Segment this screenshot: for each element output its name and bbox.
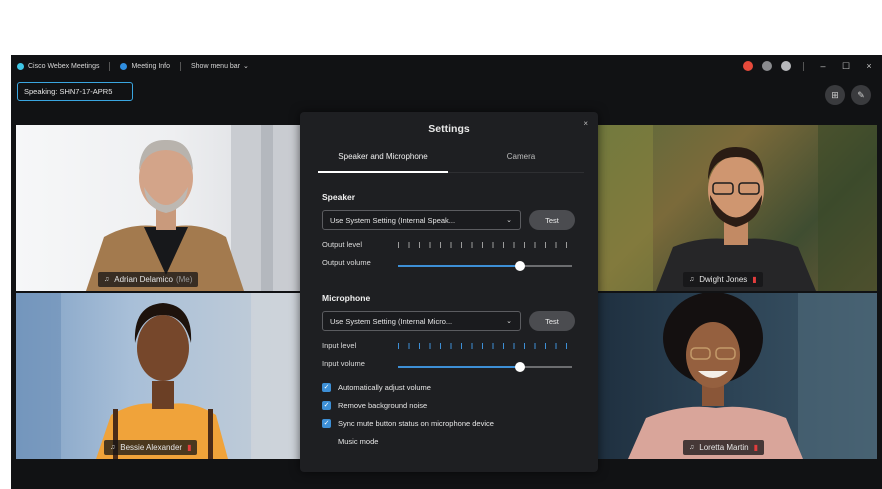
participant-video [628,293,877,459]
checkbox[interactable]: ✓ [322,419,331,428]
checkbox[interactable] [322,437,331,446]
close-button[interactable]: × [862,61,876,71]
microphone-device-value: Use System Setting (Internal Micro... [330,316,453,326]
participant-name-tag: ♫ Bessie Alexander ▮ [104,440,198,455]
input-volume-slider[interactable] [398,362,572,372]
app-name: Cisco Webex Meetings [28,62,100,70]
microphone-device-select[interactable]: Use System Setting (Internal Micro... ⌄ [322,311,521,331]
output-volume-label: Output volume [322,258,371,267]
show-menu-bar-label: Show menu bar [191,62,241,70]
option-label: Sync mute button status on microphone de… [338,419,494,428]
microphone-icon: ♫ [689,444,695,451]
muted-icon: ▮ [187,443,192,452]
input-volume-knob[interactable] [514,362,525,372]
view-options-button[interactable]: ✎ [851,85,871,105]
microphone-icon: ♫ [110,444,116,451]
tab-camera[interactable]: Camera [448,152,584,172]
participant-name: Dwight Jones [699,275,748,284]
sync-mute-option[interactable]: ✓ Sync mute button status on microphone … [322,419,494,428]
participant-video [86,125,301,291]
minimize-button[interactable]: – [816,61,830,71]
title-bar: Cisco Webex Meetings Meeting Info Show m… [11,55,882,77]
output-volume-knob[interactable] [514,261,525,271]
show-menu-bar-button[interactable]: Show menu bar ⌄ [191,62,249,71]
meeting-info-label: Meeting Info [131,62,170,70]
speaking-indicator: Speaking: SHN7-17-APR5 [17,82,133,101]
input-level-label: Input level [322,341,357,350]
recording-status-icon[interactable] [743,61,753,71]
microphone-section-title: Microphone [322,293,371,303]
muted-icon: ▮ [752,275,757,284]
option-label: Remove background noise [338,401,428,410]
tab-speaker-and-microphone[interactable]: Speaker and Microphone [318,152,448,173]
participant-name: Loretta Martin [699,443,749,452]
auto-adjust-volume-option[interactable]: ✓ Automatically adjust volume [322,383,431,392]
maximize-button[interactable]: ☐ [839,61,853,72]
video-tile-adrian[interactable]: ♫ Adrian Delamico (Me) [16,125,301,291]
video-tile-dwight[interactable]: ♫ Dwight Jones ▮ [598,125,877,291]
output-volume-fill [398,265,520,267]
tab-label: Camera [506,152,536,161]
info-icon [120,62,128,70]
participant-video [16,293,301,459]
output-volume-slider[interactable] [398,261,572,271]
checkbox[interactable]: ✓ [322,383,331,392]
music-mode-option[interactable]: Music mode [322,437,378,446]
video-tile-loretta[interactable]: ♫ Loretta Martin ▮ [598,293,877,459]
checkbox[interactable]: ✓ [322,401,331,410]
grid-icon: ⊞ [831,89,839,100]
separator [803,61,804,71]
speaker-test-button[interactable]: Test [529,210,575,230]
participant-name-tag: ♫ Adrian Delamico (Me) [98,272,199,287]
settings-tabs: Speaker and Microphone Camera [318,152,584,173]
me-label: (Me) [175,275,193,284]
title-bar-controls: – ☐ × [743,55,876,77]
separator [109,61,111,71]
tab-label: Speaker and Microphone [338,152,428,161]
help-icon[interactable] [762,61,772,71]
webex-logo-icon [17,62,24,70]
notification-icon[interactable] [781,61,791,71]
participant-name-tag: ♫ Loretta Martin ▮ [683,440,765,455]
video-tile-bessie[interactable]: ♫ Bessie Alexander ▮ [16,293,301,459]
output-level-meter [398,242,572,248]
option-label: Automatically adjust volume [338,383,431,392]
muted-icon: ▮ [753,443,759,452]
speaker-device-select[interactable]: Use System Setting (Internal Speak... ⌄ [322,210,521,230]
settings-dialog: Settings × Speaker and Microphone Camera… [300,112,598,472]
remove-background-noise-option[interactable]: ✓ Remove background noise [322,401,427,410]
input-level-meter [398,343,572,349]
grid-layout-button[interactable]: ⊞ [825,85,845,105]
participant-name: Bessie Alexander [120,443,183,452]
chevron-down-icon: ⌄ [506,318,512,325]
participant-name: Adrian Delamico [114,275,173,284]
input-volume-label: Input volume [322,359,365,368]
app-name-item[interactable]: Cisco Webex Meetings [17,62,100,70]
separator [180,61,181,71]
speaker-section-title: Speaker [322,192,356,202]
meeting-info-button[interactable]: Meeting Info [120,62,170,70]
participant-name-tag: ♫ Dwight Jones ▮ [683,272,763,287]
microphone-test-button[interactable]: Test [529,311,575,331]
edit-icon: ✎ [857,89,865,100]
webex-window: Cisco Webex Meetings Meeting Info Show m… [11,55,882,489]
option-label: Music mode [338,437,379,446]
settings-title: Settings [428,123,470,135]
settings-close-button[interactable]: × [583,119,588,128]
microphone-icon: ♫ [104,276,110,283]
chevron-down-icon: ⌄ [506,217,512,224]
chevron-down-icon: ⌄ [243,63,249,70]
participant-video [598,125,877,291]
output-level-label: Output level [322,240,363,249]
input-volume-fill [398,366,520,368]
speaker-device-value: Use System Setting (Internal Speak... [330,215,456,225]
microphone-icon: ♫ [689,276,695,283]
